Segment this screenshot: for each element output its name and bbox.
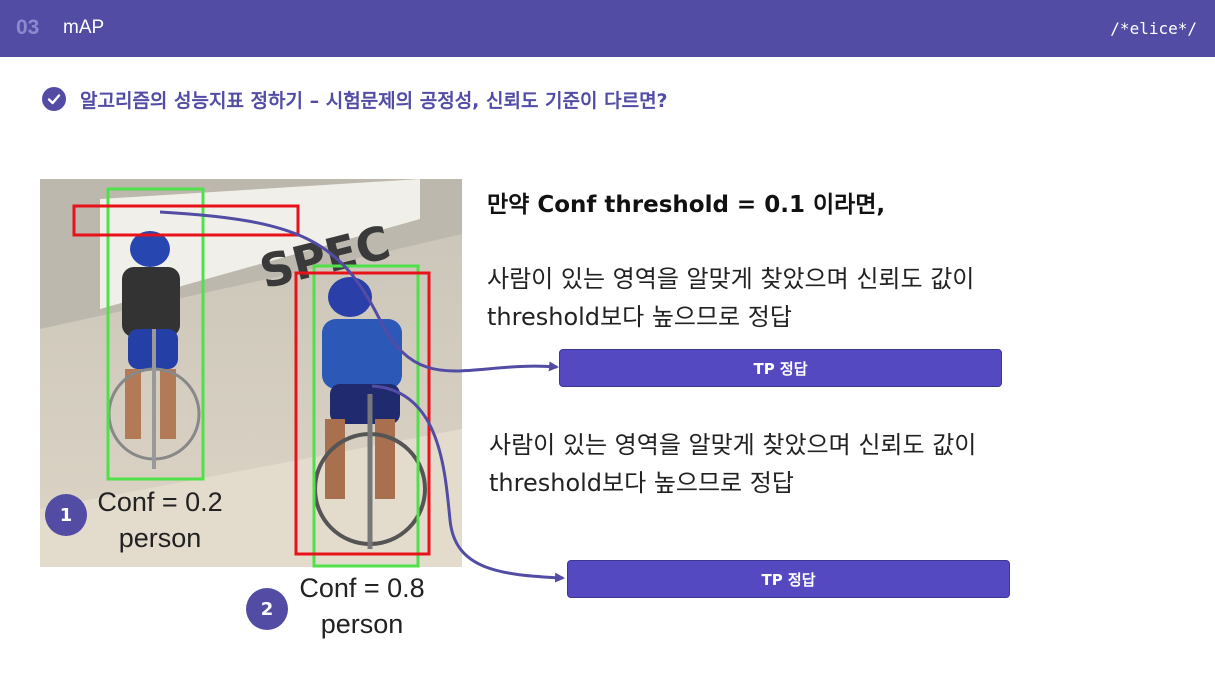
class-name-2: person — [320, 609, 404, 639]
section-number: 03 — [16, 16, 40, 39]
explanation-1-line2: threshold보다 높으므로 정답 — [487, 303, 792, 331]
headline-row: 알고리즘의 성능지표 정하기 – 시험문제의 공정성, 신뢰도 기준이 다르면? — [42, 84, 668, 114]
brand-logo: /*elice*/ — [1110, 19, 1197, 38]
header-bar: 03 mAP /*elice*/ — [0, 0, 1215, 57]
class-name-1: person — [118, 523, 202, 553]
tp-result-2: TP 정답 — [567, 560, 1010, 598]
explanation-2: 사람이 있는 영역을 알맞게 찾았으며 신뢰도 값이 threshold보다 높… — [489, 426, 976, 502]
conf-value-1: Conf = 0.2 — [97, 487, 223, 517]
conf-value-2: Conf = 0.8 — [299, 573, 425, 603]
detection-label-2: Conf = 0.8 person — [272, 570, 452, 642]
check-circle-icon — [42, 87, 66, 111]
slide-headline: 알고리즘의 성능지표 정하기 – 시험문제의 공정성, 신뢰도 기준이 다르면? — [80, 89, 668, 112]
explanation-2-line1: 사람이 있는 영역을 알맞게 찾았으며 신뢰도 값이 — [489, 431, 977, 459]
explanation-1: 사람이 있는 영역을 알맞게 찾았으며 신뢰도 값이 threshold보다 높… — [487, 260, 974, 336]
explanation-1-line1: 사람이 있는 영역을 알맞게 찾았으며 신뢰도 값이 — [487, 265, 975, 293]
detection-label-1: Conf = 0.2 person — [70, 484, 250, 556]
section-title: mAP — [63, 17, 105, 38]
tp-result-1: TP 정답 — [559, 349, 1002, 387]
explanation-2-line2: threshold보다 높으므로 정답 — [489, 469, 794, 497]
threshold-title: 만약 Conf threshold = 0.1 이라면, — [487, 192, 886, 218]
